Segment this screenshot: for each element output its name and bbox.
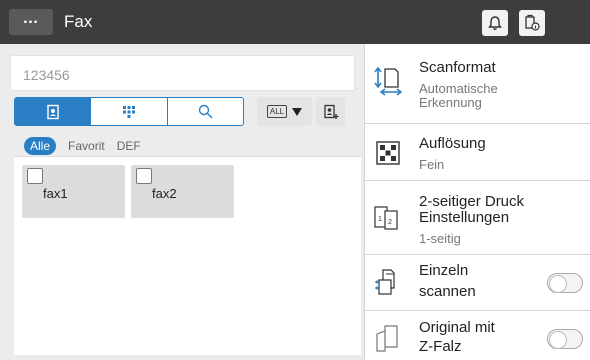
setting-value: 1-seitig: [419, 231, 461, 246]
all-index-badge: ALL: [266, 105, 288, 118]
tile-checkbox[interactable]: [27, 168, 43, 184]
resolution-icon: [373, 138, 403, 168]
tab-keypad[interactable]: [91, 98, 168, 125]
chevron-down-icon: [292, 107, 303, 116]
destination-label: fax2: [152, 186, 177, 201]
search-icon: [198, 104, 213, 119]
setting-value: Automatische: [419, 81, 498, 96]
destination-list: fax1 fax2: [14, 156, 361, 355]
setting-title: Auflösung: [419, 135, 486, 152]
z-fold-icon: [373, 323, 403, 353]
setting-separate-scan: Einzeln scannen: [365, 255, 590, 311]
add-destination-button[interactable]: [316, 97, 345, 126]
setting-title: Scanformat: [419, 59, 496, 76]
fax-number-input[interactable]: 123456: [10, 55, 355, 91]
tile-checkbox[interactable]: [136, 168, 152, 184]
add-address-icon: [323, 104, 338, 119]
top-bar: … Fax: [0, 0, 590, 44]
filter-def[interactable]: DEF: [117, 139, 141, 153]
setting-title: scannen: [419, 283, 476, 300]
scan-format-icon: [373, 66, 403, 96]
setting-title: Z-Falz: [419, 338, 462, 355]
bell-icon[interactable]: [482, 10, 508, 36]
setting-scan-format[interactable]: Scanformat Automatische Erkennung: [365, 44, 590, 124]
filter-favorite[interactable]: Favorit: [68, 139, 105, 153]
z-fold-toggle[interactable]: [547, 329, 583, 349]
index-dropdown[interactable]: ALL: [257, 97, 312, 126]
filter-all[interactable]: Alle: [24, 137, 57, 155]
tab-search[interactable]: [168, 98, 243, 125]
destination-tab-group: [14, 97, 244, 126]
setting-duplex-print[interactable]: 12 2-seitiger Druck Einstellungen 1-seit…: [365, 181, 590, 255]
setting-value: Erkennung: [419, 95, 482, 110]
setting-resolution[interactable]: Auflösung Fein: [365, 124, 590, 181]
address-book-icon: [46, 104, 59, 119]
svg-text:2: 2: [388, 219, 392, 226]
separate-scan-toggle[interactable]: [547, 273, 583, 293]
setting-title: Original mit: [419, 319, 495, 336]
separate-scan-icon: [373, 268, 403, 298]
device-info-icon[interactable]: [519, 10, 545, 36]
setting-value: Fein: [419, 157, 445, 172]
setting-title: 2-seitiger Druck: [419, 193, 525, 210]
duplex-icon: 12: [373, 203, 403, 233]
menu-button[interactable]: …: [9, 9, 53, 35]
destination-tile[interactable]: fax1: [22, 165, 125, 218]
setting-z-fold: Original mit Z-Falz: [365, 311, 590, 360]
tab-address-book[interactable]: [15, 98, 92, 125]
keypad-icon: [122, 105, 135, 118]
destination-label: fax1: [43, 186, 68, 201]
setting-title: Einzeln: [419, 262, 469, 279]
index-filter-row: Alle Favorit DEF: [24, 137, 141, 155]
setting-title: Einstellungen: [419, 209, 510, 226]
settings-panel: Scanformat Automatische Erkennung Auflös…: [364, 44, 590, 360]
destination-tile[interactable]: fax2: [131, 165, 234, 218]
page-title: Fax: [64, 12, 93, 31]
svg-text:1: 1: [378, 216, 382, 223]
